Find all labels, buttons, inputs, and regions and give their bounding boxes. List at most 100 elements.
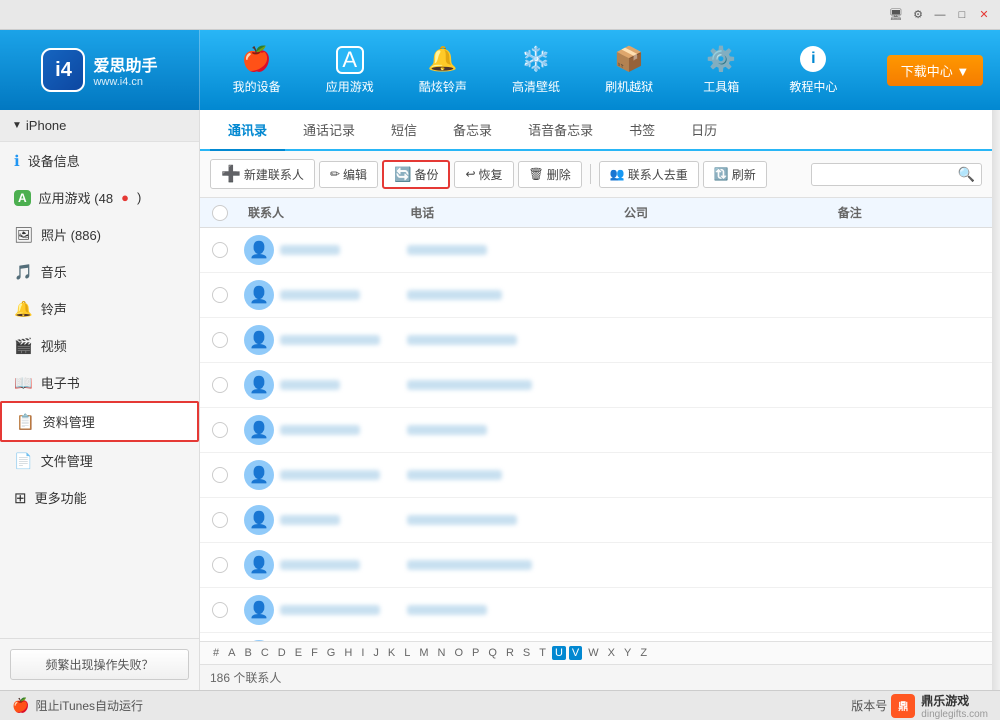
nav-tools[interactable]: ⚙️ 工具箱 — [686, 37, 756, 103]
table-row[interactable]: 👤 — [200, 453, 992, 498]
alpha-char-g[interactable]: G — [324, 646, 339, 660]
table-row[interactable]: 👤 — [200, 228, 992, 273]
row-checkbox[interactable] — [212, 467, 228, 483]
download-btn[interactable]: 下载中心 ▼ — [887, 55, 983, 86]
table-row[interactable]: 👤 — [200, 543, 992, 588]
alpha-char-#[interactable]: # — [210, 646, 222, 660]
edit-button[interactable]: ✏ 编辑 — [319, 161, 378, 188]
sidebar-item-device-info[interactable]: ℹ 设备信息 — [0, 142, 199, 179]
contact-phone-blur — [407, 605, 487, 615]
settings-icon[interactable]: ⚙ — [910, 7, 926, 23]
row-check[interactable] — [200, 242, 240, 258]
search-input[interactable] — [818, 167, 958, 181]
tab-voice-notes[interactable]: 语音备忘录 — [510, 110, 611, 151]
nav-wallpapers[interactable]: ❄️ 高清壁纸 — [500, 37, 572, 103]
select-all-checkbox[interactable] — [212, 205, 228, 221]
alpha-char-h[interactable]: H — [341, 646, 355, 660]
merge-button[interactable]: 👥 联系人去重 — [599, 161, 699, 188]
row-check[interactable] — [200, 377, 240, 393]
minimize-button[interactable]: — — [932, 7, 948, 23]
alpha-char-x[interactable]: X — [605, 646, 618, 660]
nav-ringtones[interactable]: 🔔 酷炫铃声 — [407, 37, 479, 103]
alpha-char-r[interactable]: R — [503, 646, 517, 660]
tab-bookmarks[interactable]: 书签 — [611, 110, 673, 151]
table-row[interactable]: 👤 — [200, 273, 992, 318]
nav-my-device[interactable]: 🍎 我的设备 — [221, 37, 293, 103]
row-checkbox[interactable] — [212, 422, 228, 438]
alpha-char-q[interactable]: Q — [485, 646, 500, 660]
tab-sms[interactable]: 短信 — [373, 110, 435, 151]
sidebar-item-ringtones[interactable]: 🔔 铃声 — [0, 290, 199, 327]
alpha-char-p[interactable]: P — [469, 646, 482, 660]
alpha-char-f[interactable]: F — [308, 646, 321, 660]
alpha-char-w[interactable]: W — [585, 646, 601, 660]
alpha-char-u[interactable]: U — [552, 646, 566, 660]
alpha-char-v[interactable]: V — [569, 646, 582, 660]
search-icon[interactable]: 🔍 — [958, 166, 975, 183]
version-info: 版本号 鼎 鼎乐游戏 dinglegifts.com — [851, 692, 988, 720]
alpha-char-b[interactable]: B — [241, 646, 254, 660]
alpha-char-j[interactable]: J — [370, 646, 382, 660]
table-row[interactable]: 👤 — [200, 588, 992, 633]
row-checkbox[interactable] — [212, 377, 228, 393]
sidebar-item-photos[interactable]: 🖼 照片 (886) — [0, 216, 199, 253]
sidebar-item-ebooks[interactable]: 📖 电子书 — [0, 364, 199, 401]
row-check[interactable] — [200, 602, 240, 618]
row-check[interactable] — [200, 512, 240, 528]
row-check[interactable] — [200, 422, 240, 438]
alpha-char-o[interactable]: O — [451, 646, 466, 660]
sidebar-item-file-mgmt[interactable]: 📄 文件管理 — [0, 442, 199, 479]
nav-app-games[interactable]: A 应用游戏 — [314, 38, 386, 103]
sidebar-item-music[interactable]: 🎵 音乐 — [0, 253, 199, 290]
backup-button[interactable]: 🔄 备份 — [382, 160, 450, 189]
tabs: 通讯录 通话记录 短信 备忘录 语音备忘录 书签 日历 — [200, 110, 992, 151]
row-checkbox[interactable] — [212, 242, 228, 258]
row-check[interactable] — [200, 332, 240, 348]
help-button[interactable]: 频繁出现操作失败？ — [10, 649, 189, 680]
row-checkbox[interactable] — [212, 557, 228, 573]
new-contact-button[interactable]: ➕ 新建联系人 — [210, 159, 315, 189]
alpha-char-s[interactable]: S — [520, 646, 533, 660]
table-row[interactable]: 👤 — [200, 318, 992, 363]
alpha-char-t[interactable]: T — [536, 646, 549, 660]
row-checkbox[interactable] — [212, 332, 228, 348]
sidebar-item-apps[interactable]: A 应用游戏 (48●) — [0, 179, 199, 216]
delete-button[interactable]: 🗑 删除 — [518, 161, 582, 188]
alpha-char-a[interactable]: A — [225, 646, 238, 660]
table-row[interactable]: 👤 — [200, 633, 992, 641]
check-all[interactable] — [200, 205, 240, 221]
alpha-char-y[interactable]: Y — [621, 646, 634, 660]
alpha-char-z[interactable]: Z — [637, 646, 650, 660]
sidebar-item-more[interactable]: ⊞ 更多功能 — [0, 479, 199, 516]
nav-jailbreak[interactable]: 📦 刷机越狱 — [593, 37, 665, 103]
table-row[interactable]: 👤 — [200, 408, 992, 453]
avatar: 👤 — [244, 595, 274, 625]
alpha-char-l[interactable]: L — [401, 646, 413, 660]
refresh-button[interactable]: 🔃 刷新 — [703, 161, 767, 188]
tab-contacts[interactable]: 通讯录 — [210, 110, 285, 151]
sidebar-item-video[interactable]: 🎬 视频 — [0, 327, 199, 364]
alpha-char-n[interactable]: N — [435, 646, 449, 660]
maximize-button[interactable]: □ — [954, 7, 970, 23]
tab-call-log[interactable]: 通话记录 — [285, 110, 373, 151]
row-checkbox[interactable] — [212, 512, 228, 528]
alpha-char-e[interactable]: E — [292, 646, 305, 660]
row-check[interactable] — [200, 287, 240, 303]
sidebar-item-data-mgmt[interactable]: 📋 资料管理 — [0, 401, 199, 442]
tab-calendar[interactable]: 日历 — [673, 110, 735, 151]
row-checkbox[interactable] — [212, 287, 228, 303]
row-checkbox[interactable] — [212, 602, 228, 618]
table-row[interactable]: 👤 — [200, 498, 992, 543]
nav-tutorials[interactable]: i 教程中心 — [777, 38, 849, 103]
alpha-char-d[interactable]: D — [275, 646, 289, 660]
row-check[interactable] — [200, 557, 240, 573]
table-row[interactable]: 👤 — [200, 363, 992, 408]
restore-button[interactable]: ↩ 恢复 — [454, 161, 513, 188]
alpha-char-i[interactable]: I — [358, 646, 367, 660]
row-check[interactable] — [200, 467, 240, 483]
tab-notes[interactable]: 备忘录 — [435, 110, 510, 151]
close-button[interactable]: ✕ — [976, 7, 992, 23]
alpha-char-k[interactable]: K — [385, 646, 398, 660]
alpha-char-c[interactable]: C — [258, 646, 272, 660]
alpha-char-m[interactable]: M — [416, 646, 431, 660]
